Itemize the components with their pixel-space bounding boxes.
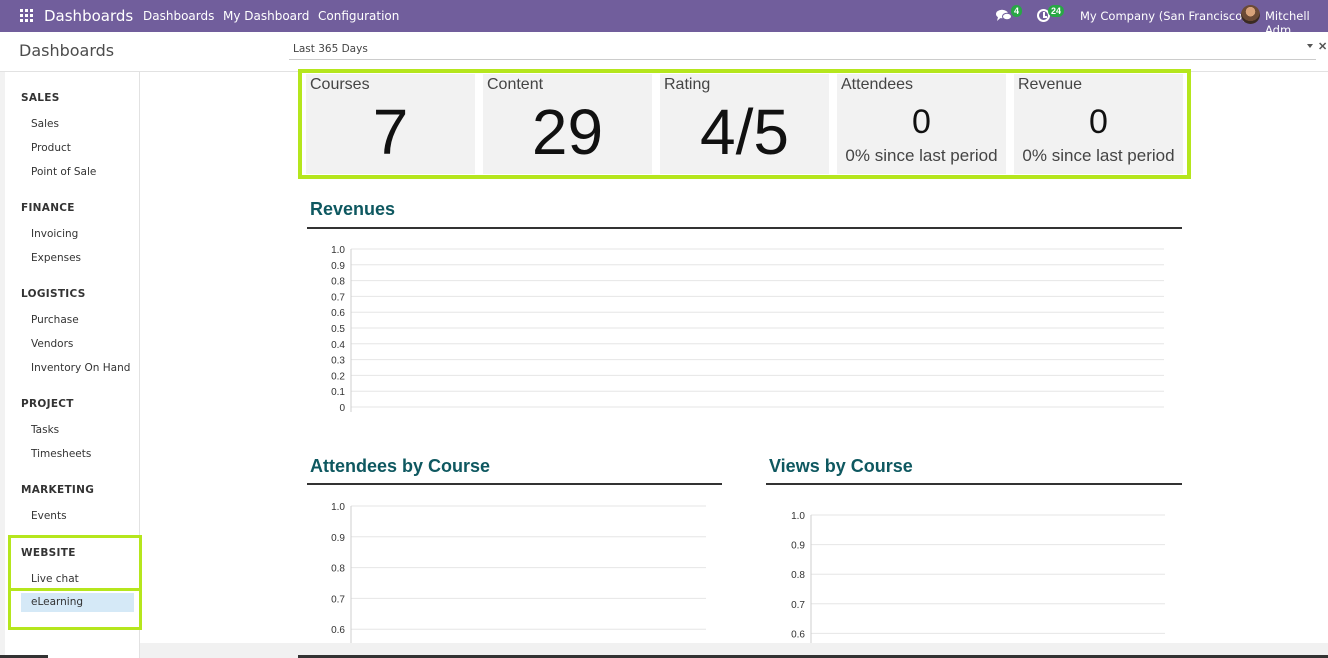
sidebar-section-logistics: LOGISTICS (21, 288, 86, 300)
y-tick-label: 0.1 (331, 387, 345, 398)
sidebar-item-point-of-sale[interactable]: Point of Sale (31, 166, 96, 178)
y-tick-label: 1.0 (331, 502, 345, 513)
sidebar-item-purchase[interactable]: Purchase (31, 314, 79, 326)
y-tick-label: 0.4 (331, 340, 345, 351)
y-tick-label: 0.6 (331, 625, 345, 636)
sidebar-item-expenses[interactable]: Expenses (31, 252, 81, 264)
y-tick-label: 0 (339, 403, 345, 414)
y-tick-label: 1.0 (331, 245, 345, 256)
y-tick-label: 0.9 (791, 541, 805, 552)
sidebar-item-sales[interactable]: Sales (31, 118, 59, 130)
y-tick-label: 0.8 (791, 570, 805, 581)
app-brand[interactable]: Dashboards (44, 7, 133, 25)
views-chart-title: Views by Course (769, 456, 913, 476)
control-panel: Dashboards Last 365 Days (0, 32, 1328, 72)
sidebar-section-marketing: MARKETING (21, 484, 95, 496)
menu-my-dashboard[interactable]: My Dashboard (223, 9, 309, 23)
close-icon[interactable]: ✕ (1318, 40, 1327, 53)
date-filter-value: Last 365 Days (293, 43, 368, 55)
sidebar-item-product[interactable]: Product (31, 142, 71, 154)
revenues-chart-title: Revenues (310, 199, 396, 219)
sidebar-item-events[interactable]: Events (31, 510, 67, 522)
sidebar-item-timesheets[interactable]: Timesheets (31, 448, 91, 460)
attendees-chart-title: Attendees by Course (310, 456, 491, 476)
y-tick-label: 0.6 (791, 629, 805, 640)
sidebar-item-tasks[interactable]: Tasks (31, 424, 59, 436)
user-avatar[interactable] (1241, 5, 1260, 24)
elearning-highlight-box (8, 588, 142, 630)
views-by-course-chart: 1.0 0.9 0.8 0.7 0.6 (791, 511, 1165, 643)
date-filter-select[interactable]: Last 365 Days (289, 40, 1316, 60)
y-tick-label: 0.8 (331, 564, 345, 575)
views-title-rule (766, 483, 1182, 485)
y-tick-label: 0.3 (331, 356, 345, 367)
messages-count-badge: 4 (1011, 5, 1023, 17)
y-tick-label: 0.8 (331, 277, 345, 288)
sidebar-section-finance: FINANCE (21, 202, 75, 214)
company-switcher[interactable]: My Company (San Francisco) (1080, 9, 1247, 23)
sidebar-section-project: PROJECT (21, 398, 74, 410)
sidebar-section-sales: SALES (21, 92, 60, 104)
top-navbar: Dashboards Dashboards My Dashboard Confi… (0, 0, 1328, 37)
messages-icon[interactable] (996, 9, 1012, 22)
website-highlight-box (8, 535, 142, 591)
y-tick-label: 0.9 (331, 261, 345, 272)
kpi-highlight-box (298, 69, 1191, 179)
page-title: Dashboards (19, 41, 115, 60)
y-tick-label: 0.7 (331, 292, 345, 303)
y-tick-label: 0.2 (331, 371, 345, 382)
sidebar-item-vendors[interactable]: Vendors (31, 338, 73, 350)
activities-count-badge: 24 (1048, 5, 1065, 17)
menu-configuration[interactable]: Configuration (318, 9, 399, 23)
menu-dashboards[interactable]: Dashboards (143, 9, 214, 23)
y-tick-label: 1.0 (791, 511, 805, 522)
caret-down-icon[interactable] (1307, 44, 1313, 48)
revenues-title-rule (307, 227, 1182, 229)
apps-grid-icon[interactable] (20, 9, 33, 22)
attendees-by-course-chart: 1.0 0.9 0.8 0.7 0.6 (331, 502, 706, 643)
y-tick-label: 0.5 (331, 324, 345, 335)
y-tick-label: 0.6 (331, 308, 345, 319)
y-tick-label: 0.9 (331, 533, 345, 544)
revenues-chart: 1.0 0.9 0.8 0.7 0.6 0.5 0.4 0.3 0.2 0.1 0 (331, 245, 1164, 414)
y-tick-label: 0.7 (791, 600, 805, 611)
y-tick-label: 0.7 (331, 594, 345, 605)
attendees-title-rule (307, 483, 722, 485)
sidebar-item-inventory-on-hand[interactable]: Inventory On Hand (31, 362, 130, 374)
sidebar-item-invoicing[interactable]: Invoicing (31, 228, 78, 240)
